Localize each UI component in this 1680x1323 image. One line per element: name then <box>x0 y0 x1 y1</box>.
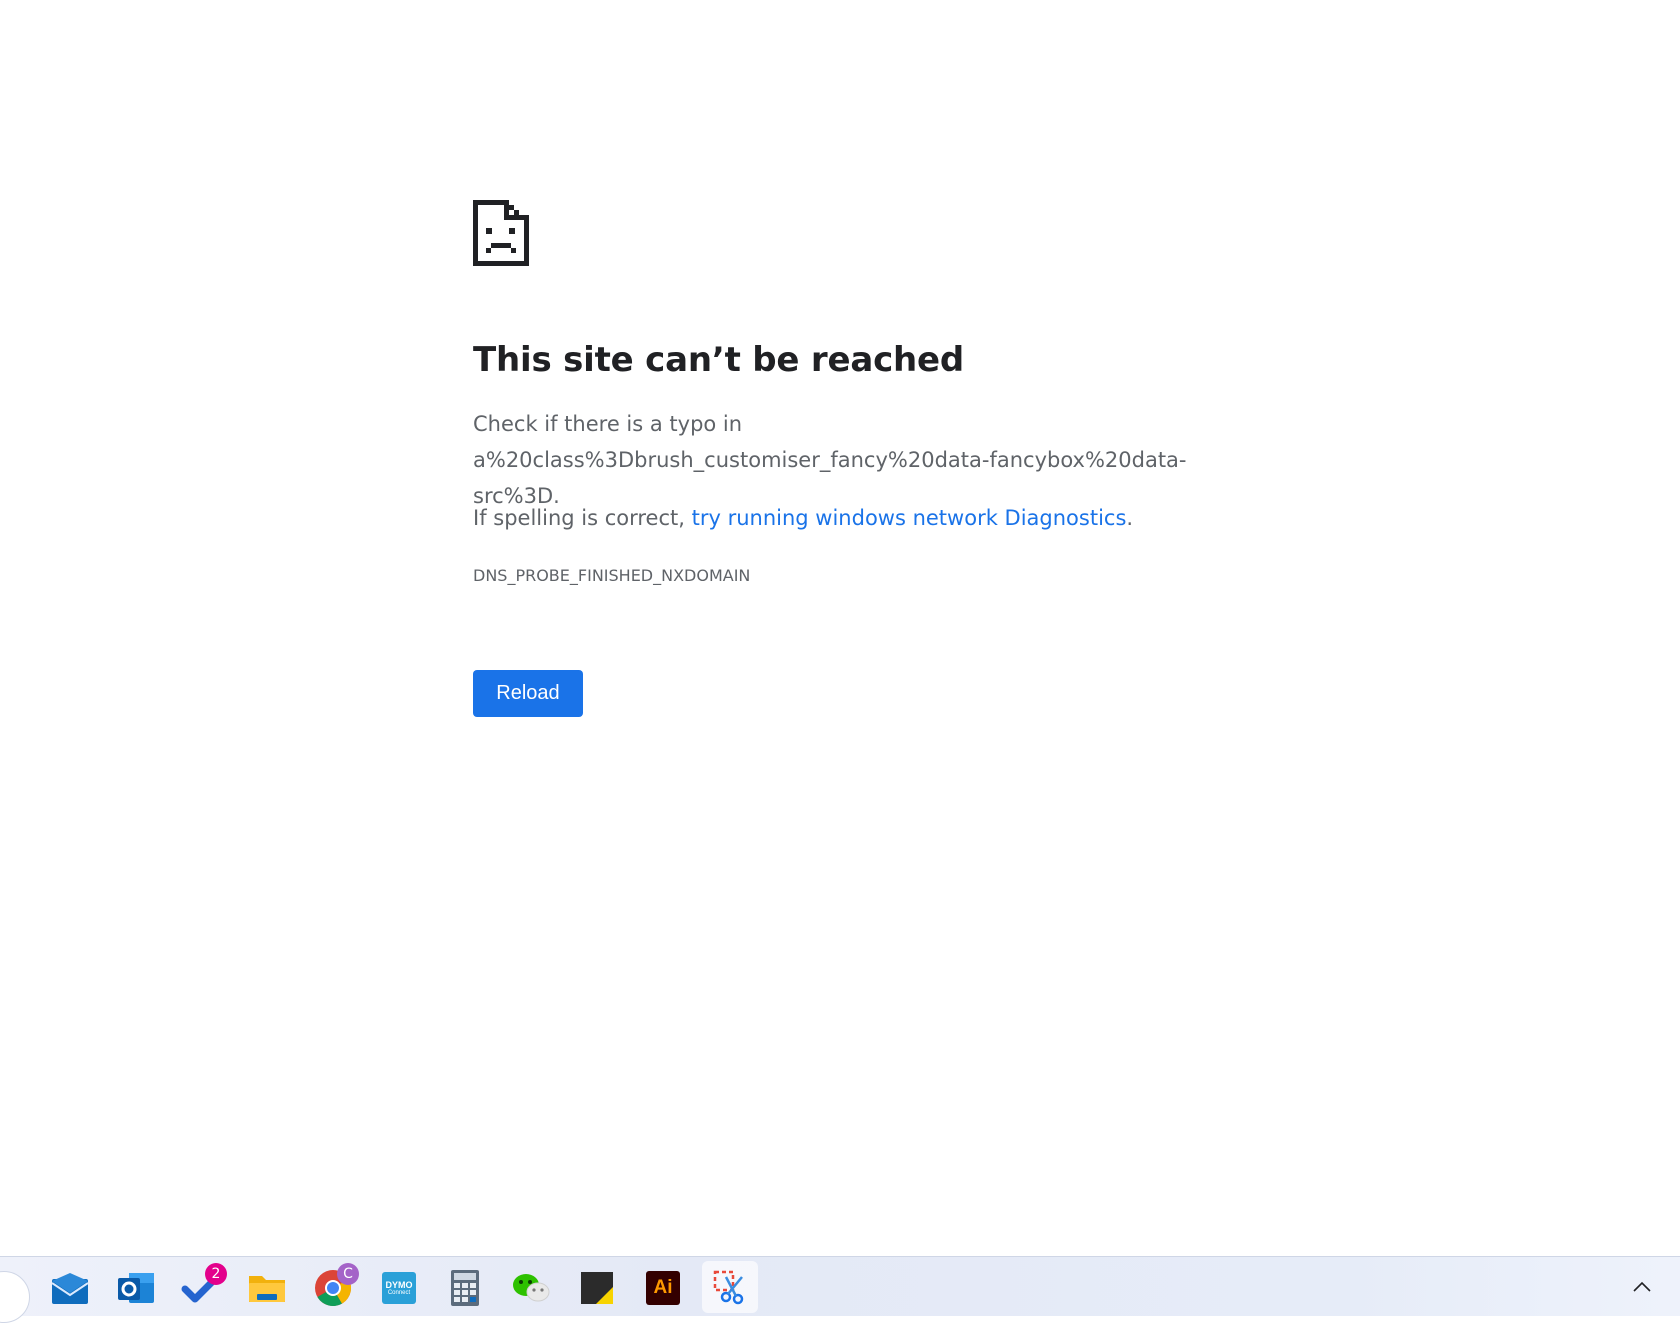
sad-page-icon <box>473 200 529 266</box>
dymo-icon[interactable]: DYMO Connect <box>377 1266 421 1310</box>
folder-icon[interactable] <box>245 1266 289 1310</box>
chrome-icon[interactable]: C <box>311 1263 359 1310</box>
diagnostics-link[interactable]: try running windows network Diagnostics <box>692 506 1127 530</box>
illustrator-icon[interactable]: Ai <box>641 1266 685 1310</box>
mail-icon[interactable] <box>48 1266 92 1310</box>
wechat-icon[interactable] <box>509 1266 553 1310</box>
page-title: This site can’t be reached <box>473 340 965 380</box>
spelling-message: If spelling is correct, try running wind… <box>473 500 1133 536</box>
reload-button[interactable]: Reload <box>473 670 583 717</box>
error-code: DNS_PROBE_FINISHED_NXDOMAIN <box>473 566 751 585</box>
dymo-label: DYMO <box>385 1279 413 1290</box>
calculator-icon[interactable] <box>443 1266 487 1310</box>
error-content: This site can’t be reached Check if ther… <box>473 200 1233 717</box>
illustrator-label: Ai <box>653 1277 673 1298</box>
outlook-icon[interactable] <box>114 1266 158 1310</box>
chevron-up-icon[interactable] <box>1632 1277 1652 1297</box>
snipping-tool-icon[interactable] <box>702 1261 758 1313</box>
todo-badge: 2 <box>205 1263 227 1285</box>
todo-icon[interactable]: 2 <box>179 1263 227 1310</box>
typo-message: Check if there is a typo in a%20class%3D… <box>473 412 1187 508</box>
dymo-sublabel: Connect <box>387 1289 411 1296</box>
spelling-suffix: . <box>1126 506 1134 530</box>
chrome-profile-badge: C <box>337 1263 359 1285</box>
taskbar: 2 C DYMO Connect Ai <box>0 1256 1680 1323</box>
start-button-edge[interactable] <box>0 1271 30 1323</box>
sticky-notes-icon[interactable] <box>575 1266 619 1310</box>
spelling-prefix: If spelling is correct, <box>473 506 692 530</box>
